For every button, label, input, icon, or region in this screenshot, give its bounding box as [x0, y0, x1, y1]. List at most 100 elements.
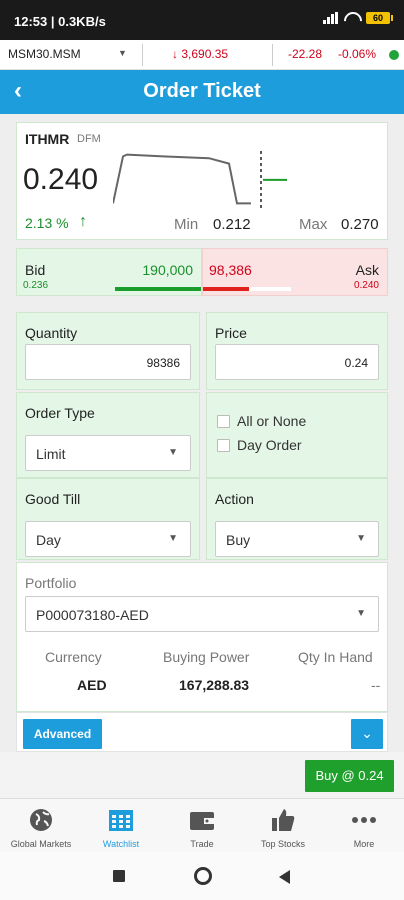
buy-bar: Buy @ 0.24 — [0, 752, 404, 798]
status-icons: 60 — [323, 12, 393, 24]
chevron-down-icon: ▼ — [168, 533, 178, 544]
status-bar: 12:53 | 0.3KB/s 60 — [0, 0, 404, 40]
nav-label: More — [353, 839, 375, 849]
nav-trade[interactable]: Trade — [162, 805, 242, 849]
index-value-text: 3,690.35 — [181, 47, 229, 61]
checkbox-icon[interactable] — [217, 414, 230, 428]
all-or-none-checkbox[interactable]: All or None — [217, 413, 306, 429]
signal-icon — [323, 12, 338, 24]
portfolio-value: P000073180-AED — [36, 607, 149, 623]
exchange-label: DFM — [77, 133, 101, 145]
calendar-icon — [81, 805, 161, 835]
home-icon[interactable] — [194, 867, 212, 885]
nav-more[interactable]: More — [324, 805, 404, 849]
down-arrow-icon: ↓ — [172, 47, 178, 61]
nav-label: Global Markets — [10, 839, 72, 849]
portfolio-label: Portfolio — [25, 575, 77, 591]
buy-button[interactable]: Buy @ 0.24 — [305, 760, 394, 792]
stock-symbol: ITHMR — [25, 131, 70, 147]
up-arrow-icon: ↑ — [79, 213, 87, 230]
price-sparkline — [113, 151, 287, 209]
market-ticker[interactable]: MSM30.MSM ▼ ↓ 3,690.35 -22.28 -0.06% — [0, 40, 404, 70]
day-order-label: Day Order — [237, 437, 302, 453]
portfolio-panel: Portfolio P000073180-AED ▼ Currency Buyi… — [16, 562, 388, 712]
nav-watchlist[interactable]: Watchlist — [81, 805, 161, 849]
nav-global-markets[interactable]: Global Markets — [1, 805, 81, 849]
quantity-cell: Quantity 98386 — [16, 312, 200, 390]
buying-power-label: Buying Power — [163, 649, 250, 665]
chevron-down-icon: ▼ — [356, 533, 366, 544]
ask-price: 0.240 — [353, 280, 379, 291]
battery-icon: 60 — [366, 12, 393, 24]
bid-label: Bid — [25, 262, 46, 278]
ask-quantity: 98,386 — [209, 262, 252, 278]
quantity-label: Quantity — [25, 325, 78, 341]
action-cell: Action Buy ▼ — [206, 478, 388, 560]
min-value: 0.212 — [213, 216, 251, 233]
nav-label: Top Stocks — [260, 839, 306, 849]
wallet-icon — [162, 805, 242, 835]
checkbox-icon[interactable] — [217, 438, 230, 452]
ask-depth-bar-rest — [249, 287, 291, 291]
currency-value: AED — [77, 677, 107, 693]
bid-box[interactable]: Bid 0.236 190,000 — [16, 248, 202, 296]
price-cell: Price 0.24 — [206, 312, 388, 390]
index-value: ↓ 3,690.35 — [172, 47, 228, 61]
bid-quantity: 190,000 — [142, 262, 193, 278]
index-dropdown-icon[interactable]: ▼ — [118, 48, 127, 58]
good-till-cell: Good Till Day ▼ — [16, 478, 200, 560]
market-status-dot-icon — [389, 50, 399, 60]
advanced-row: Advanced ⌄ — [16, 712, 388, 752]
chevron-down-icon: ▼ — [168, 447, 178, 458]
expand-chevron-icon[interactable]: ⌄ — [351, 719, 383, 749]
more-icon — [324, 805, 404, 835]
percent-change: 2.13 % — [25, 215, 69, 231]
nav-label: Watchlist — [102, 839, 140, 849]
ask-box[interactable]: 98,386 Ask 0.240 — [202, 248, 388, 296]
bottom-nav: Global Markets Watchlist Trade Top Stock… — [0, 798, 404, 852]
order-type-select[interactable]: Limit ▼ — [25, 435, 191, 471]
divider — [272, 44, 273, 66]
price-input[interactable]: 0.24 — [215, 344, 379, 380]
system-nav — [0, 852, 404, 900]
qty-in-hand-label: Qty In Hand — [298, 649, 373, 665]
ask-depth-bar — [203, 287, 249, 291]
action-label: Action — [215, 491, 254, 507]
recents-icon[interactable] — [113, 870, 125, 882]
index-percent: -0.06% — [338, 47, 377, 61]
max-label: Max — [299, 216, 328, 233]
price-label: Price — [215, 325, 247, 341]
order-options-cell: All or None Day Order — [206, 392, 388, 478]
order-form: Quantity 98386 Price 0.24 Order Type Lim… — [16, 312, 388, 712]
back-icon[interactable] — [279, 870, 290, 884]
max-value: 0.270 — [341, 216, 379, 233]
index-change: -22.28 — [288, 47, 323, 61]
action-select[interactable]: Buy ▼ — [215, 521, 379, 557]
action-value: Buy — [226, 532, 251, 548]
portfolio-select[interactable]: P000073180-AED ▼ — [25, 596, 379, 632]
qty-in-hand-value: -- — [371, 677, 381, 693]
sparkline-path — [113, 153, 251, 205]
order-type-cell: Order Type Limit ▼ — [16, 392, 200, 478]
min-label: Min — [174, 216, 199, 233]
good-till-label: Good Till — [25, 491, 81, 507]
globe-icon — [1, 805, 81, 835]
status-time: 12:53 | 0.3KB/s — [14, 14, 106, 29]
good-till-select[interactable]: Day ▼ — [25, 521, 191, 557]
order-type-value: Limit — [36, 446, 66, 462]
index-name[interactable]: MSM30.MSM — [8, 47, 81, 61]
last-price: 0.240 — [23, 163, 99, 196]
bid-price: 0.236 — [23, 280, 49, 291]
divider — [142, 44, 143, 66]
quote-card: ITHMR DFM 0.240 2.13 % ↑ Min 0.212 Max 0… — [16, 122, 388, 240]
all-or-none-label: All or None — [237, 413, 307, 429]
advanced-button[interactable]: Advanced — [23, 719, 102, 749]
currency-label: Currency — [45, 649, 102, 665]
nav-top-stocks[interactable]: Top Stocks — [243, 805, 323, 849]
chevron-down-icon: ▼ — [356, 608, 366, 619]
buying-power-value: 167,288.83 — [179, 677, 250, 693]
day-order-checkbox[interactable]: Day Order — [217, 437, 302, 453]
quantity-input[interactable]: 98386 — [25, 344, 191, 380]
good-till-value: Day — [36, 532, 61, 548]
wifi-icon — [344, 12, 360, 24]
